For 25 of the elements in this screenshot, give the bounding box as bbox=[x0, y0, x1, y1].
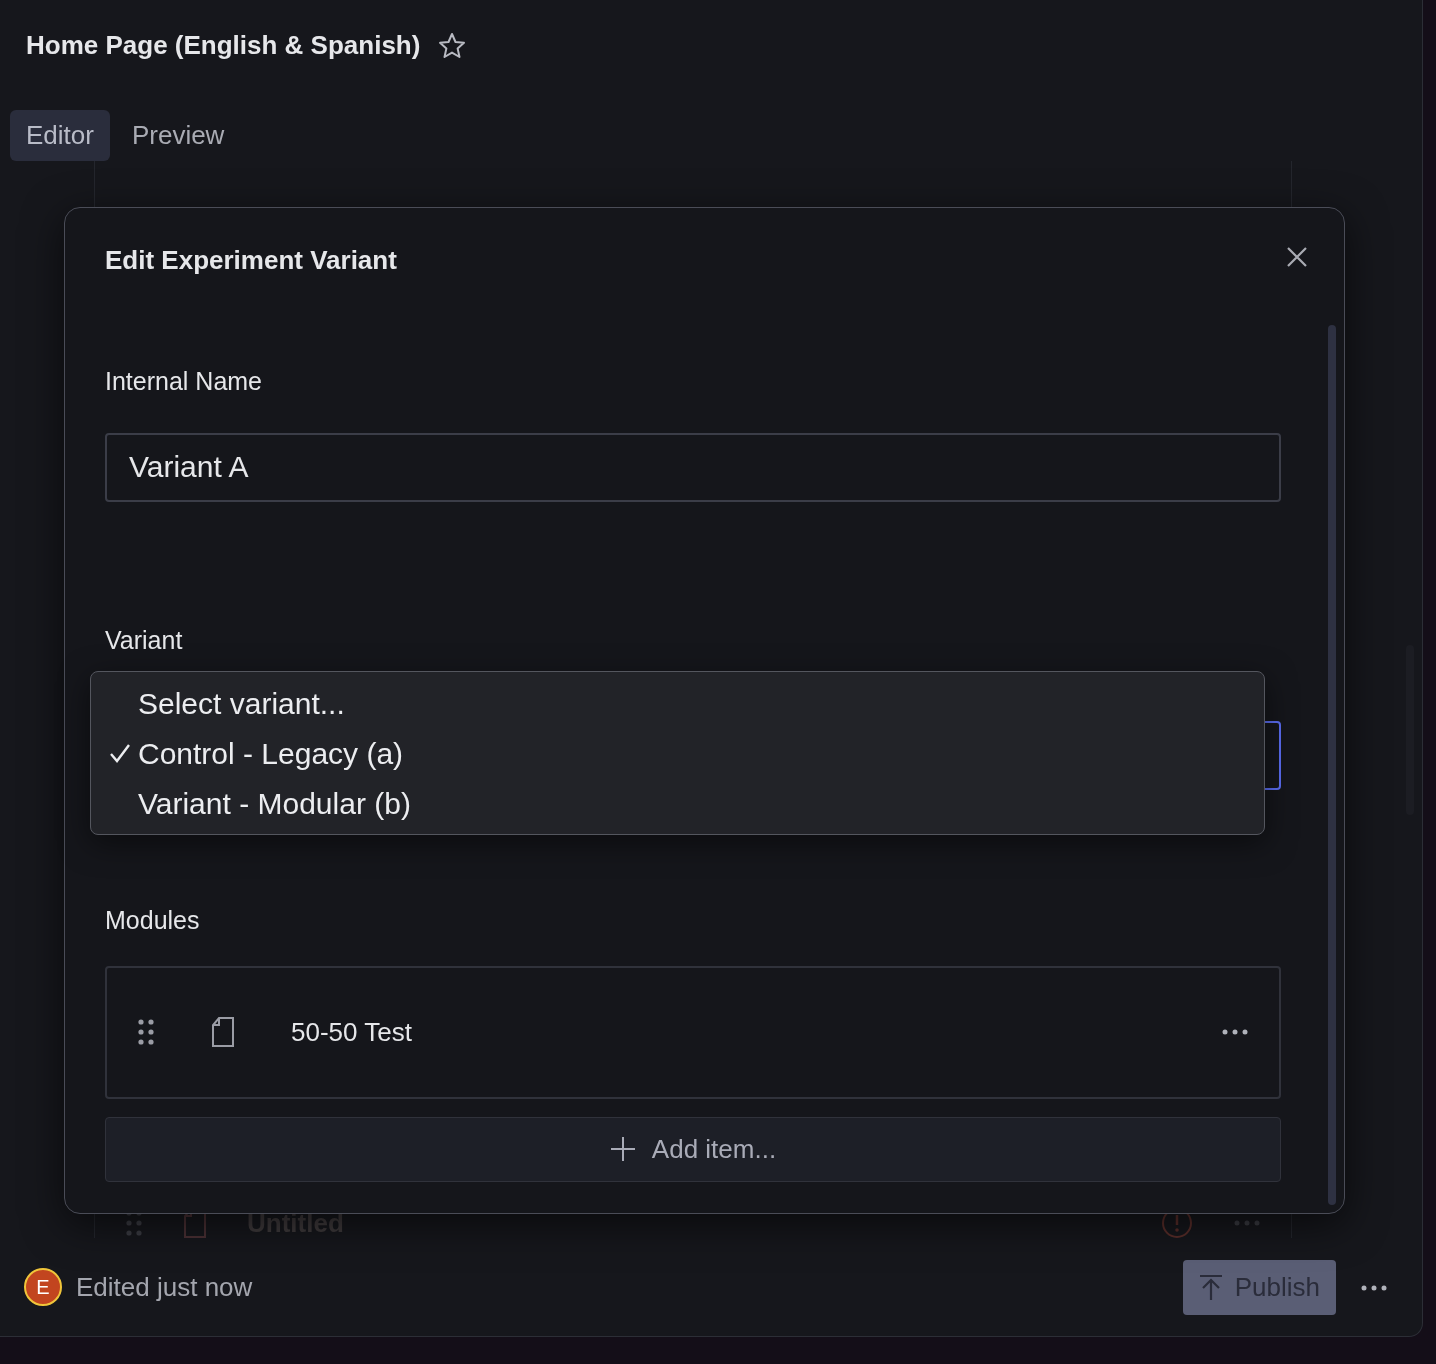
plus-icon bbox=[609, 1136, 636, 1162]
tab[interactable]: Editor bbox=[10, 110, 110, 161]
close-button[interactable] bbox=[1286, 244, 1308, 268]
tab[interactable]: Preview bbox=[115, 110, 241, 161]
dropdown-option[interactable]: Select variant... bbox=[91, 678, 1264, 728]
add-item-button[interactable]: Add item... bbox=[105, 1116, 1281, 1182]
drag-handle-icon[interactable] bbox=[137, 1018, 155, 1046]
more-icon bbox=[1360, 1283, 1388, 1292]
page-title: Home Page (English & Spanish) bbox=[26, 28, 421, 62]
dropdown-option[interactable]: Variant - Modular (b) bbox=[91, 778, 1264, 828]
star-icon[interactable] bbox=[438, 31, 467, 59]
edit-status: Edited just now bbox=[76, 1270, 254, 1304]
close-icon bbox=[1286, 245, 1308, 268]
document-icon bbox=[211, 1016, 235, 1048]
dialog-title: Edit Experiment Variant bbox=[105, 244, 397, 277]
module-title: 50-50 Test bbox=[291, 1015, 413, 1049]
dropdown-option[interactable]: Control - Legacy (a) bbox=[91, 728, 1264, 778]
field-label: Modules bbox=[105, 905, 201, 936]
scrollbar[interactable] bbox=[1328, 325, 1336, 1205]
field-label: Variant bbox=[105, 624, 184, 656]
more-icon[interactable] bbox=[1221, 1028, 1249, 1036]
name-field[interactable]: Variant A bbox=[105, 432, 1281, 502]
field-label: Internal Name bbox=[105, 366, 264, 397]
avatar[interactable]: E bbox=[24, 1268, 62, 1306]
upload-icon bbox=[1198, 1273, 1223, 1301]
